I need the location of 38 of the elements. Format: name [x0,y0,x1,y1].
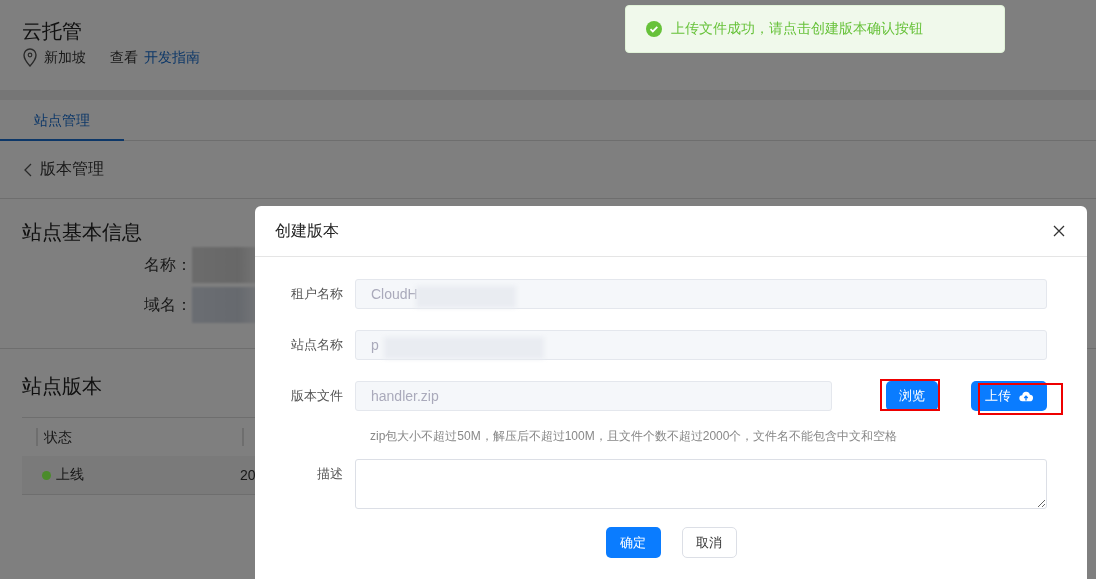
cloud-upload-icon [1019,390,1033,402]
field-label: 域名： [144,294,192,315]
close-icon [1053,225,1065,237]
upload-button[interactable]: 上传 [971,381,1047,411]
field-label: 站点名称 [290,336,343,354]
back-button[interactable] [24,162,32,177]
input-value: CloudH [371,286,418,302]
cancel-button[interactable]: 取消 [681,527,737,558]
section-title: 站点版本 [22,374,102,399]
dialog-title: 创建版本 [275,220,339,241]
input-field[interactable]: p [355,330,1047,360]
file-name-field[interactable]: handler.zip [355,381,832,411]
field-label: 名称： [144,254,192,275]
confirm-button[interactable]: 确定 [605,527,661,558]
check-circle-icon [646,21,662,37]
browse-button[interactable]: 浏览 [886,381,938,411]
section-title: 站点基本信息 [22,220,142,245]
hint-text: zip包大小不超过50M，解压后不超过100M，且文件个数不超过2000个，文件名不能包含中文和空格 [370,428,899,445]
location-pin-icon [22,48,38,67]
toast-message: 上传文件成功，请点击创建版本确认按钮 [671,20,923,38]
guide-prefix: 查看 [110,48,138,67]
field-label: 版本文件 [290,387,343,405]
input-value: handler.zip [371,388,439,404]
input-value: p [371,337,379,353]
page-title: 云托管 [22,19,82,44]
field-label: 描述 [316,465,343,483]
status-text: 上线 [56,466,84,484]
field-label: 租户名称 [290,285,343,303]
close-button[interactable] [1053,225,1065,237]
column-header: 状态 [36,428,242,446]
tab[interactable]: 站点管理 [0,100,124,141]
region-label: 新加坡 [44,48,86,67]
back-chevron-icon [24,162,32,177]
description-field[interactable] [355,459,1047,509]
table-cell: 20 [240,467,256,483]
input-field[interactable]: CloudH [355,279,1047,309]
guide-link[interactable]: 开发指南 [144,48,200,67]
breadcrumb-title: 版本管理 [40,159,104,179]
